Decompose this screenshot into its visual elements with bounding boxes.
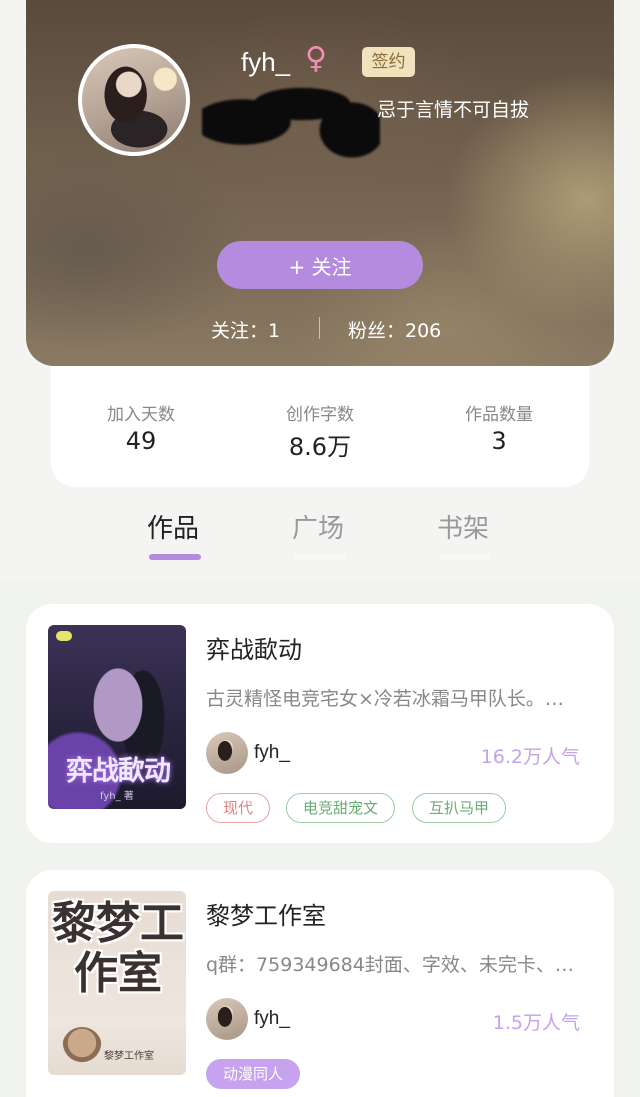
stat-value: 49 <box>125 427 157 455</box>
mascot-icon <box>62 1027 102 1067</box>
work-description: 古灵精怪电竞宅女×冷若冰霜马甲队长。… <box>206 688 564 710</box>
avatar[interactable] <box>78 44 190 156</box>
follow-button[interactable]: + 关注 <box>217 241 423 289</box>
cover-label: 黎梦工作室 <box>104 1051 154 1062</box>
work-card[interactable]: 黎梦工作室 黎梦工作室 黎梦工作室 q群：759349684封面、字效、未完卡、… <box>26 870 614 1097</box>
cover-title: 弈战歃动 <box>66 756 171 787</box>
work-title[interactable]: 弈战歃动 <box>206 630 302 665</box>
fans-count[interactable]: 粉丝：206 <box>348 316 441 343</box>
popularity-count: 1.5万人气 <box>492 1012 580 1034</box>
stats-card: 加入天数 49 创作字数 8.6万 作品数量 3 <box>51 366 589 487</box>
stat-value: 3 <box>491 427 507 455</box>
signed-badge: 签约 <box>362 47 415 77</box>
tab-works[interactable]: 作品 <box>147 508 199 545</box>
tab-indicator-placeholder <box>439 554 491 560</box>
username: fyh_ <box>241 47 291 77</box>
tab-bookshelf[interactable]: 书架 <box>437 508 489 545</box>
book-cover[interactable]: 弈战歃动 fyh_ 著 <box>48 625 186 809</box>
tag[interactable]: 现代 <box>206 793 271 823</box>
tab-active-indicator <box>149 554 201 560</box>
cover-title: 黎梦工作室 <box>52 898 184 999</box>
work-card[interactable]: 弈战歃动 fyh_ 著 弈战歃动 古灵精怪电竞宅女×冷若冰霜马甲队长。… fyh… <box>26 604 614 843</box>
divider <box>319 317 320 339</box>
tag[interactable]: 电竞甜宠文 <box>286 793 396 823</box>
author-name: fyh_ <box>254 1008 290 1029</box>
cover-badge <box>56 631 72 641</box>
stat-label: 加入天数 <box>107 405 175 425</box>
following-count[interactable]: 关注：1 <box>211 316 280 343</box>
author-name: fyh_ <box>254 742 290 763</box>
cover-author: fyh_ 著 <box>100 791 134 802</box>
work-description: q群：759349684封面、字效、未完卡、… <box>206 954 574 976</box>
popularity-count: 16.2万人气 <box>480 746 580 768</box>
author-avatar <box>206 732 248 774</box>
tag[interactable]: 动漫同人 <box>206 1059 301 1089</box>
work-title[interactable]: 黎梦工作室 <box>206 896 326 931</box>
book-cover[interactable]: 黎梦工作室 黎梦工作室 <box>48 891 186 1075</box>
bio-text: 忌于言情不可自拔 <box>377 99 530 121</box>
tab-indicator-placeholder <box>294 554 346 560</box>
author-avatar <box>206 998 248 1040</box>
tab-square[interactable]: 广场 <box>292 508 344 545</box>
female-icon: ♀ <box>305 41 327 76</box>
stat-label: 创作字数 <box>286 405 354 425</box>
stat-label: 作品数量 <box>465 405 533 425</box>
follow-button-label: + 关注 <box>288 254 352 279</box>
stat-value: 8.6万 <box>288 433 352 461</box>
bio-redaction-scribble <box>202 82 380 160</box>
tag[interactable]: 互扒马甲 <box>412 793 507 823</box>
